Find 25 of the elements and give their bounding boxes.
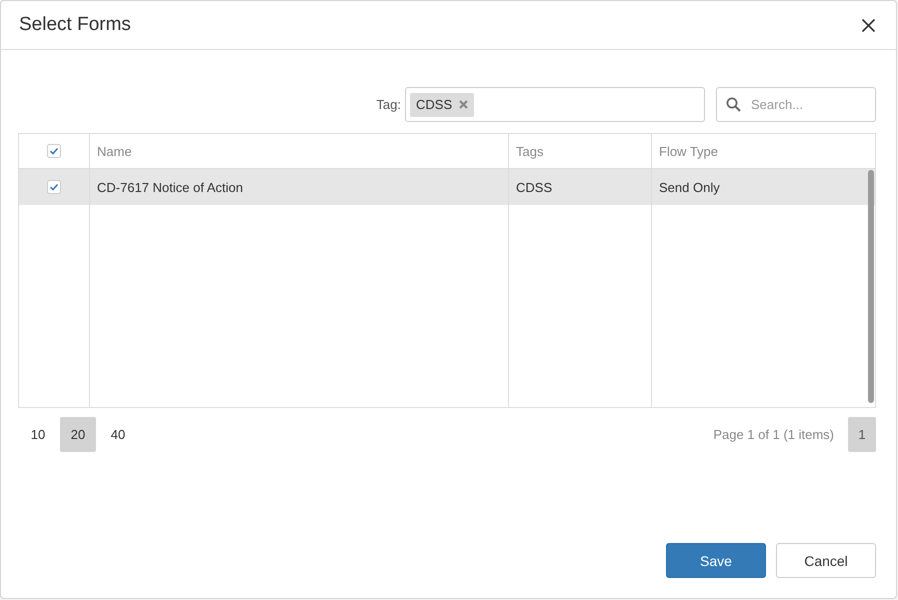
save-button[interactable]: Save	[666, 543, 766, 578]
table-cell-text: CD-7617 Notice of Action	[96, 180, 243, 194]
page-size-option[interactable]: 40	[100, 417, 136, 452]
close-icon[interactable]	[861, 18, 876, 32]
dialog-title: Select Forms	[19, 14, 131, 36]
checkbox[interactable]	[47, 180, 61, 194]
page-info: Page 1 of 1 (1 items)	[713, 427, 834, 442]
column-header[interactable]: Tags	[509, 144, 544, 158]
page-button[interactable]: 1	[848, 417, 876, 452]
page-size-option[interactable]: 10	[20, 417, 56, 452]
table-cell-text: Send Only	[658, 180, 720, 194]
checkbox[interactable]	[47, 144, 61, 158]
column-header[interactable]: Name	[90, 144, 132, 158]
table-cell-text: CDSS	[515, 180, 552, 194]
page-size-option[interactable]: 20	[60, 417, 96, 452]
tag-field[interactable]: CDSS	[405, 87, 705, 122]
tag-label: Tag:	[376, 97, 401, 112]
tag-chip: CDSS	[410, 92, 474, 116]
table-row[interactable]: CD-7617 Notice of Action CDSS Send Only	[19, 169, 875, 205]
cancel-button[interactable]: Cancel	[776, 543, 876, 578]
column-header[interactable]: Flow Type	[652, 144, 718, 158]
search-icon	[726, 97, 741, 112]
remove-icon[interactable]	[459, 100, 468, 109]
search-field[interactable]: Search...	[716, 87, 876, 122]
scrollbar-thumb[interactable]	[868, 170, 874, 403]
